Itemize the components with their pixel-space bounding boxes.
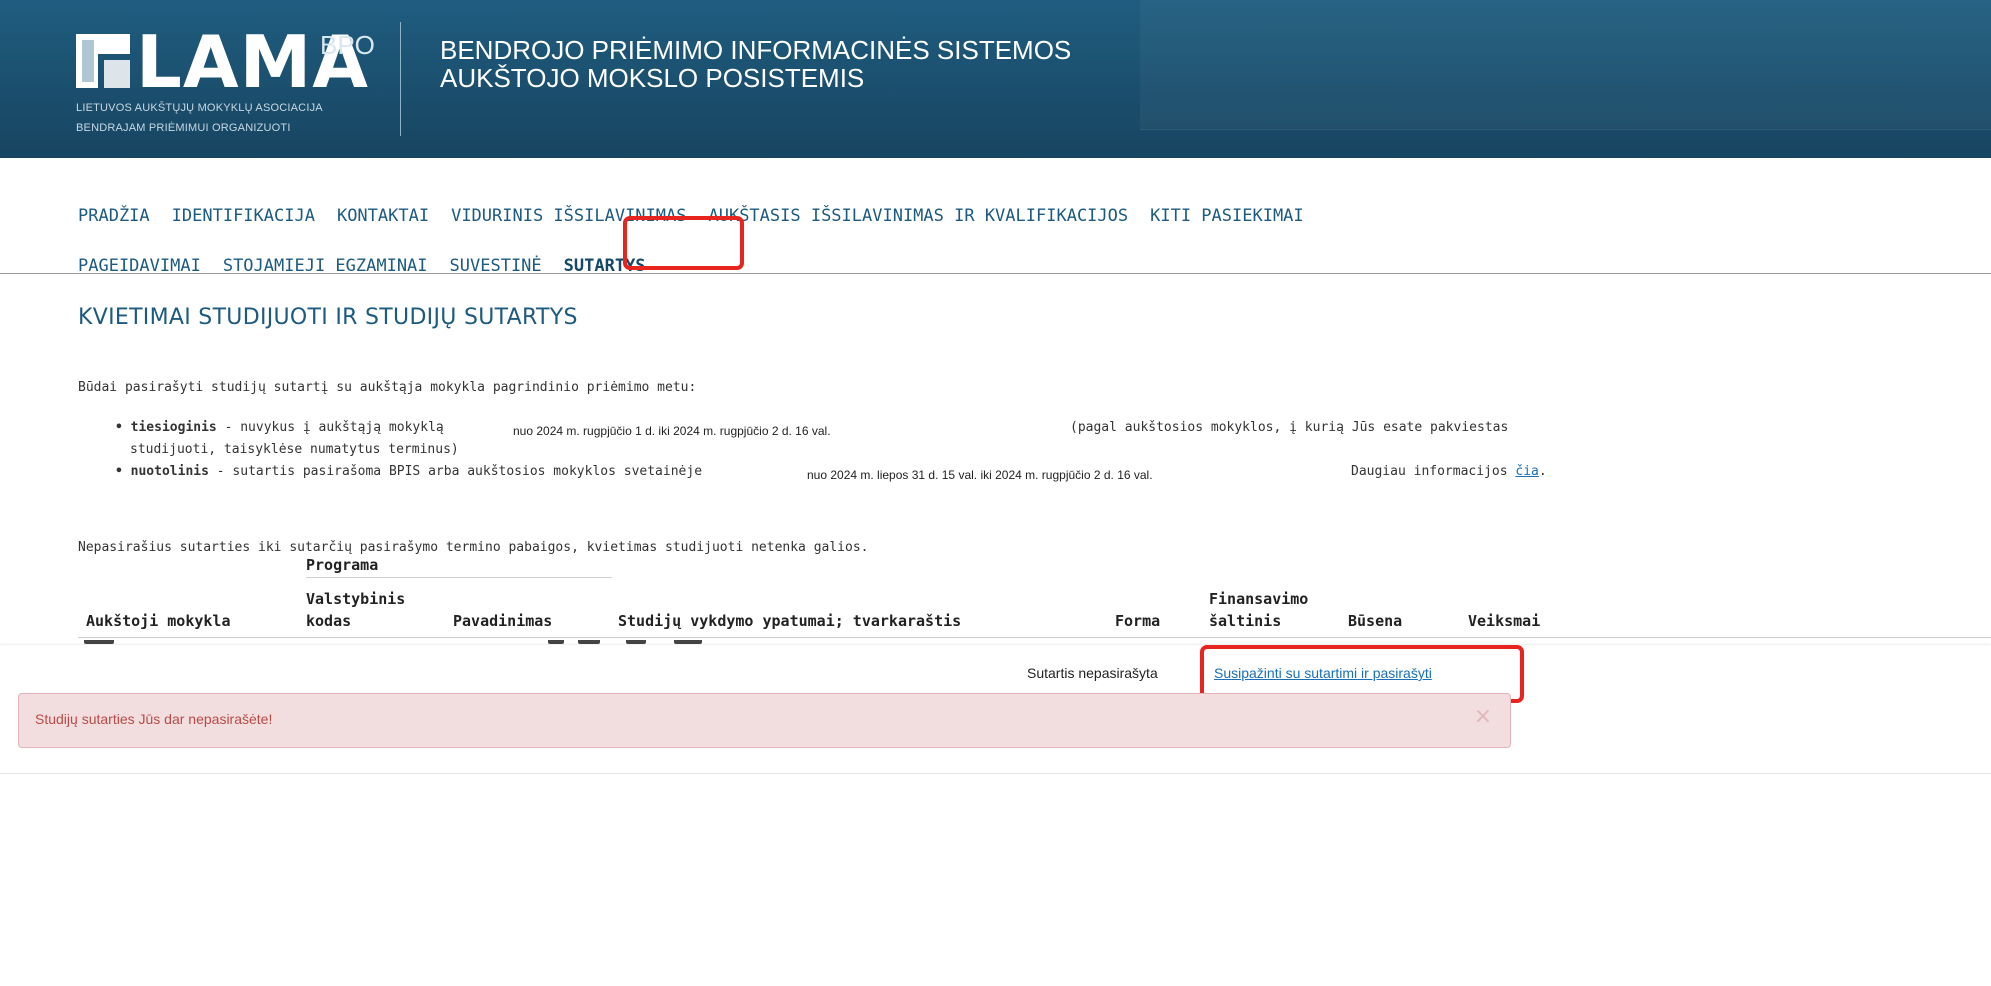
bullet-2-text: • nuotolinis - sutartis pasirašoma BPIS …: [115, 464, 702, 479]
th-actions: Veiksmai: [1468, 612, 1541, 630]
signing-methods-list: • tiesioginis - nuvykus į aukštąją mokyk…: [115, 420, 1975, 486]
nav-item-aukstasis-issilavinimas[interactable]: AUKŠTASIS IŠSILAVINIMAS IR KVALIFIKACIJO…: [708, 206, 1128, 226]
lama-bpo-logo[interactable]: LAMA BPO LIETUVOS AUKŠTŲJŲ MOKYKLŲ ASOCI…: [76, 22, 376, 138]
th-status: Būsena: [1348, 612, 1403, 630]
logo-subtitle-line1: LIETUVOS AUKŠTŲJŲ MOKYKLŲ ASOCIACIJA: [76, 102, 323, 114]
sign-contract-link[interactable]: Susipažinti su sutartimi ir pasirašyti: [1214, 665, 1432, 681]
logo-subtitle: LIETUVOS AUKŠTŲJŲ MOKYKLŲ ASOCIACIJA BEN…: [76, 98, 376, 138]
page-title: KVIETIMAI STUDIJUOTI IR STUDIJŲ SUTARTYS: [78, 305, 578, 330]
bullet-1-dates: nuo 2024 m. rugpjūčio 1 d. iki 2024 m. r…: [513, 424, 831, 438]
clipped-text-fragment: [626, 640, 646, 644]
bottom-divider: [0, 773, 1991, 774]
nav-item-vidurinis-issilavinimas[interactable]: VIDURINIS IŠSILAVINIMAS: [451, 206, 686, 226]
nav-item-identifikacija[interactable]: IDENTIFIKACIJA: [172, 206, 315, 226]
list-item-continuation: studijuoti, taisyklėse numatytus terminu…: [115, 442, 1975, 464]
more-info-text: Daugiau informacijos: [1351, 464, 1516, 479]
clipped-text-fragment: [84, 640, 114, 644]
nav-item-kiti-pasiekimai[interactable]: KITI PASIEKIMAI: [1150, 206, 1304, 226]
nav-item-kontaktai[interactable]: KONTAKTAI: [337, 206, 429, 226]
th-funding-line1: Finansavimo: [1209, 590, 1309, 608]
th-programa: Programa: [306, 556, 379, 574]
clipped-text-fragment: [548, 640, 564, 644]
nav-separator: [0, 273, 1991, 274]
th-code-line1: Valstybinis: [306, 590, 406, 608]
intro-text: Būdai pasirašyti studijų sutartį su aukš…: [78, 380, 697, 395]
th-form: Forma: [1115, 612, 1161, 630]
bullet-1-text: • tiesioginis - nuvykus į aukštąją mokyk…: [115, 420, 444, 435]
th-school: Aukštoji mokykla: [86, 612, 231, 630]
logo-superscript: BPO: [320, 30, 375, 60]
nav-row-1: PRADŽIA IDENTIFIKACIJA KONTAKTAI VIDURIN…: [78, 196, 1978, 236]
nav-row-2: PAGEIDAVIMAI STOJAMIEJI EGZAMINAI SUVEST…: [78, 246, 1978, 286]
bullet-1-note-cont: studijuoti, taisyklėse numatytus terminu…: [130, 442, 459, 457]
bullet-2-term: nuotolinis: [130, 464, 209, 479]
system-title-line2: AUKŠTOJO MOKSLO POSISTEMIS: [440, 63, 865, 93]
bullet-2-dates: nuo 2024 m. liepos 31 d. 15 val. iki 202…: [807, 468, 1153, 482]
alert-danger: Studijų sutarties Jūs dar nepasirašėte! …: [18, 693, 1511, 748]
contract-status: Sutartis nepasirašyta: [1027, 665, 1158, 681]
page-header: LAMA BPO LIETUVOS AUKŠTŲJŲ MOKYKLŲ ASOCI…: [0, 0, 1991, 158]
th-funding-line2: šaltinis: [1209, 612, 1282, 630]
table-header-divider: [78, 637, 1991, 638]
system-title-line1: BENDROJO PRIĖMIMO INFORMACINĖS SISTEMOS: [440, 35, 1072, 65]
bullet-dot: •: [115, 464, 131, 479]
bullet-2-more: Daugiau informacijos čia.: [1351, 464, 1547, 479]
bullet-1-note: (pagal aukštosios mokyklos, į kurią Jūs …: [1070, 420, 1509, 435]
close-icon[interactable]: ×: [1474, 704, 1492, 729]
bullet-dot: •: [115, 420, 131, 435]
clipped-text-fragment: [578, 640, 600, 644]
nav-item-pradzia[interactable]: PRADŽIA: [78, 206, 150, 226]
list-item: • tiesioginis - nuvykus į aukštąją mokyk…: [115, 420, 1975, 442]
list-item: • nuotolinis - sutartis pasirašoma BPIS …: [115, 464, 1975, 486]
bullet-1-term: tiesioginis: [130, 420, 217, 435]
th-name: Pavadinimas: [453, 612, 553, 630]
logo-subtitle-line2: BENDRAJAM PRIĖMIMUI ORGANIZUOTI: [76, 122, 291, 134]
th-features: Studijų vykdymo ypatumai; tvarkaraštis: [618, 612, 962, 630]
th-programa-underline: [306, 577, 612, 578]
th-code-line2: kodas: [306, 612, 352, 630]
bullet-2-desc: - sutartis pasirašoma BPIS arba aukštosi…: [208, 464, 703, 479]
header-user-panel: [1140, 0, 1991, 130]
alert-message: Studijų sutarties Jūs dar nepasirašėte!: [35, 711, 273, 727]
logo-mark-icon: [76, 34, 130, 88]
header-divider: [400, 22, 401, 136]
more-info-end: .: [1538, 464, 1547, 479]
clipped-text-fragment: [674, 640, 702, 644]
bullet-1-desc: - nuvykus į aukštąją mokyklą: [216, 420, 444, 435]
deadline-note: Nepasirašius sutarties iki sutarčių pasi…: [78, 540, 869, 555]
more-info-link[interactable]: čia: [1515, 464, 1538, 479]
system-title: BENDROJO PRIĖMIMO INFORMACINĖS SISTEMOS …: [440, 36, 1071, 92]
